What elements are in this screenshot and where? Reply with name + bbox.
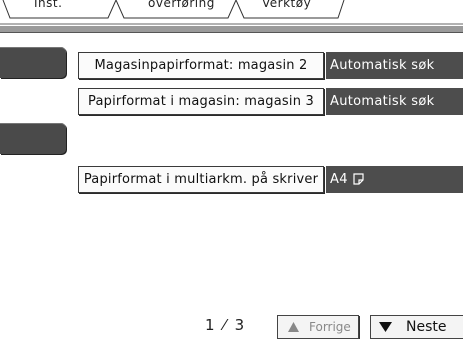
setting-button-tray3[interactable]: Papirformat i magasin: magasin 3 xyxy=(78,88,324,115)
page-indicator: 1 ⁄ 3 xyxy=(205,316,247,334)
setting-value-bypass-text: A4 xyxy=(330,172,348,187)
triangle-up-icon xyxy=(288,322,299,332)
setting-row-bypass: Papirformat i multiarkm. på skriver A4 xyxy=(78,166,463,193)
setting-button-bypass[interactable]: Papirformat i multiarkm. på skriver xyxy=(78,166,324,193)
portrait-paper-icon xyxy=(353,173,364,185)
setting-value-tray3: Automatisk søk xyxy=(326,88,463,115)
tab-outline xyxy=(0,0,463,25)
tab-bar: Inst. overføring Verktøy xyxy=(0,0,463,25)
triangle-down-icon xyxy=(379,322,392,332)
left-category-button-2[interactable] xyxy=(0,123,66,154)
setting-value-bypass: A4 xyxy=(326,166,463,193)
tab-overforing[interactable]: overføring xyxy=(148,0,215,10)
left-category-button-1[interactable] xyxy=(0,47,66,78)
setting-value-tray2: Automatisk søk xyxy=(326,52,463,79)
tab-inst[interactable]: Inst. xyxy=(34,0,62,10)
setting-row-tray3: Papirformat i magasin: magasin 3 Automat… xyxy=(78,88,463,115)
header-band xyxy=(0,26,463,33)
prev-page-button[interactable]: Forrige xyxy=(277,315,359,339)
setting-button-tray2[interactable]: Magasinpapirformat: magasin 2 xyxy=(78,52,324,79)
tab-verktoy[interactable]: Verktøy xyxy=(262,0,311,10)
next-page-button[interactable]: Neste xyxy=(370,315,463,339)
setting-row-tray2: Magasinpapirformat: magasin 2 Automatisk… xyxy=(78,52,463,79)
